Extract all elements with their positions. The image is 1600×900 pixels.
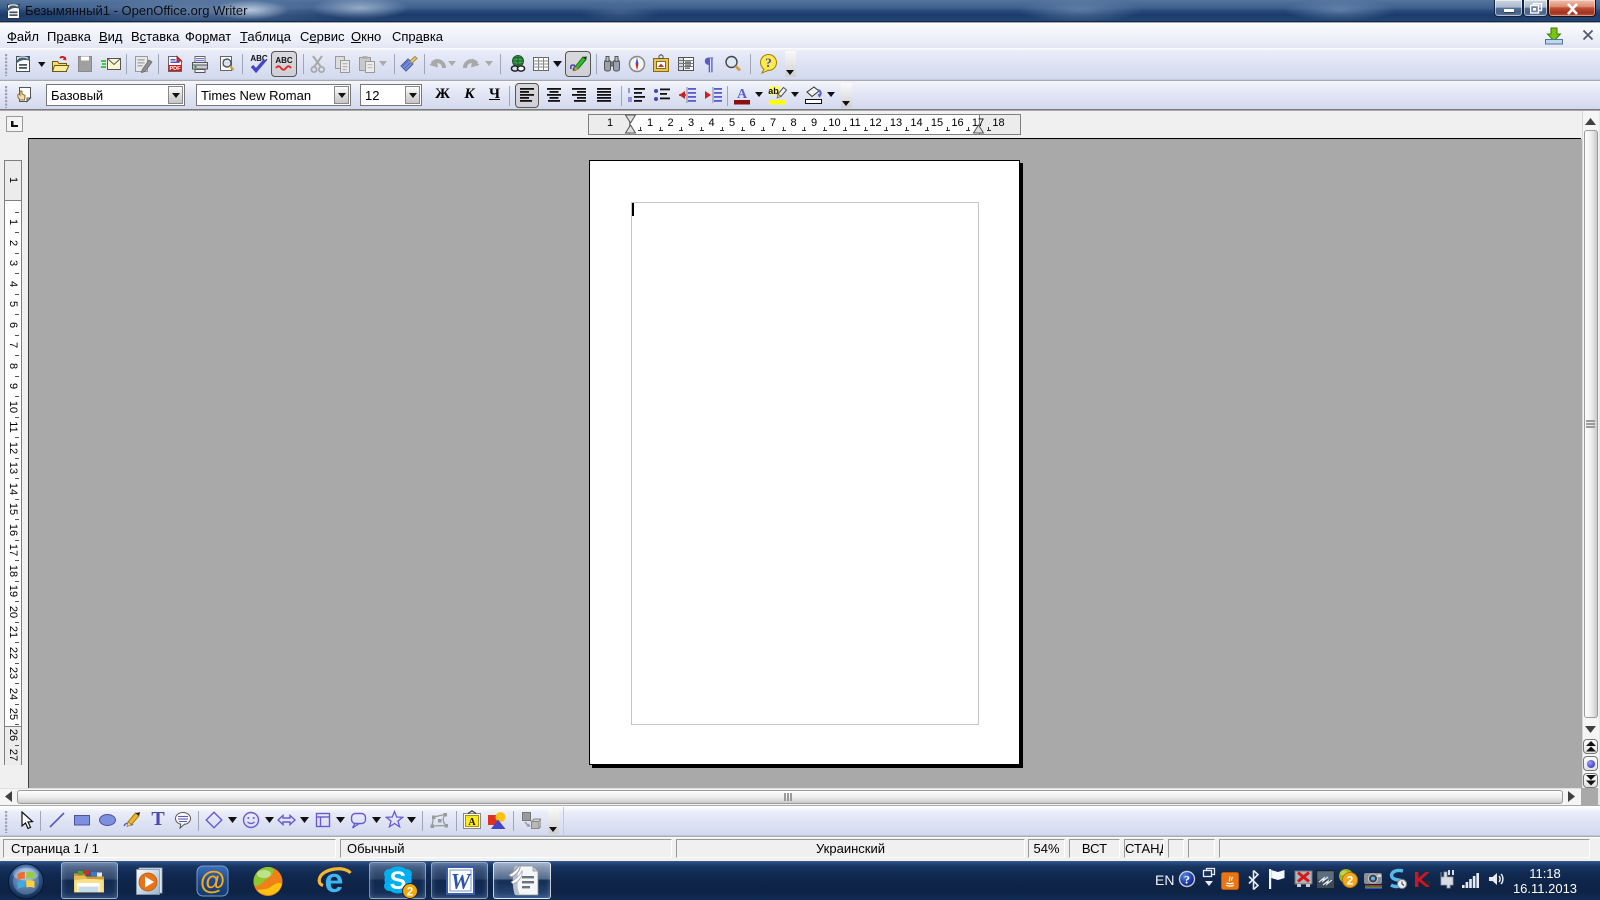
svg-text:PDF: PDF — [170, 66, 182, 72]
svg-text:W: W — [451, 869, 472, 894]
svg-text:2: 2 — [407, 885, 414, 899]
svg-text:?: ? — [765, 55, 772, 70]
svg-text:ABC: ABC — [275, 56, 293, 65]
svg-text:II: II — [628, 97, 632, 104]
svg-text:2: 2 — [1347, 874, 1354, 888]
svg-text:A: A — [468, 817, 476, 828]
svg-text:I: I — [628, 88, 630, 95]
svg-text:¶: ¶ — [704, 54, 714, 75]
svg-text:@: @ — [200, 865, 225, 895]
svg-text:?: ? — [1184, 873, 1190, 887]
svg-text:A: A — [737, 87, 748, 102]
